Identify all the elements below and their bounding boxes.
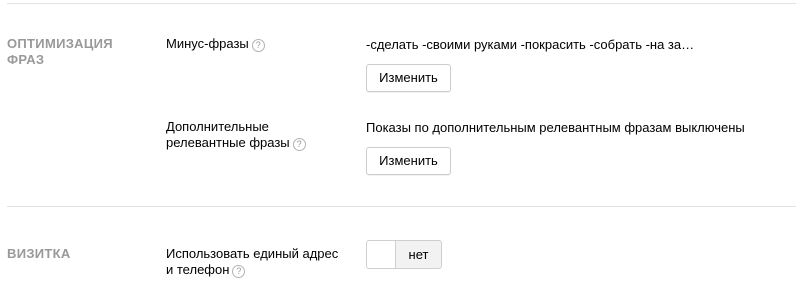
negative-phrases-label: Минус-фразы?: [166, 36, 265, 52]
help-icon[interactable]: ?: [292, 138, 306, 151]
section-divider: [7, 206, 796, 207]
help-icon[interactable]: ?: [232, 265, 246, 278]
top-divider: [7, 3, 796, 4]
additional-phrases-value: Показы по дополнительным релевантным фра…: [366, 120, 745, 135]
edit-negative-phrases-button[interactable]: Изменить: [366, 64, 451, 92]
additional-phrases-label: Дополнительные релевантные фразы?: [166, 119, 306, 151]
toggle-state-label: нет: [408, 247, 429, 262]
section-title-business-card: ВИЗИТКА: [7, 246, 71, 261]
section-title-line2: ФРАЗ: [7, 52, 45, 67]
edit-additional-phrases-button[interactable]: Изменить: [366, 147, 451, 175]
single-address-label-line1: Использовать единый адрес: [166, 246, 339, 261]
additional-phrases-label-line1: Дополнительные: [166, 119, 269, 134]
additional-phrases-label-line2: релевантные фразы: [166, 135, 290, 150]
negative-phrases-value: -сделать -своими руками -покрасить -собр…: [366, 37, 695, 52]
single-address-label-line2: и телефон: [166, 262, 230, 277]
help-icon[interactable]: ?: [251, 39, 265, 52]
section-title-phrase-optimization: ОПТИМИЗАЦИЯ ФРАЗ: [7, 36, 113, 68]
single-address-toggle[interactable]: нет: [366, 240, 442, 269]
section-title-line1: ОПТИМИЗАЦИЯ: [7, 36, 113, 51]
single-address-label: Использовать единый адрес и телефон?: [166, 246, 338, 278]
negative-phrases-label-text: Минус-фразы: [166, 36, 249, 51]
toggle-knob[interactable]: [367, 241, 396, 268]
